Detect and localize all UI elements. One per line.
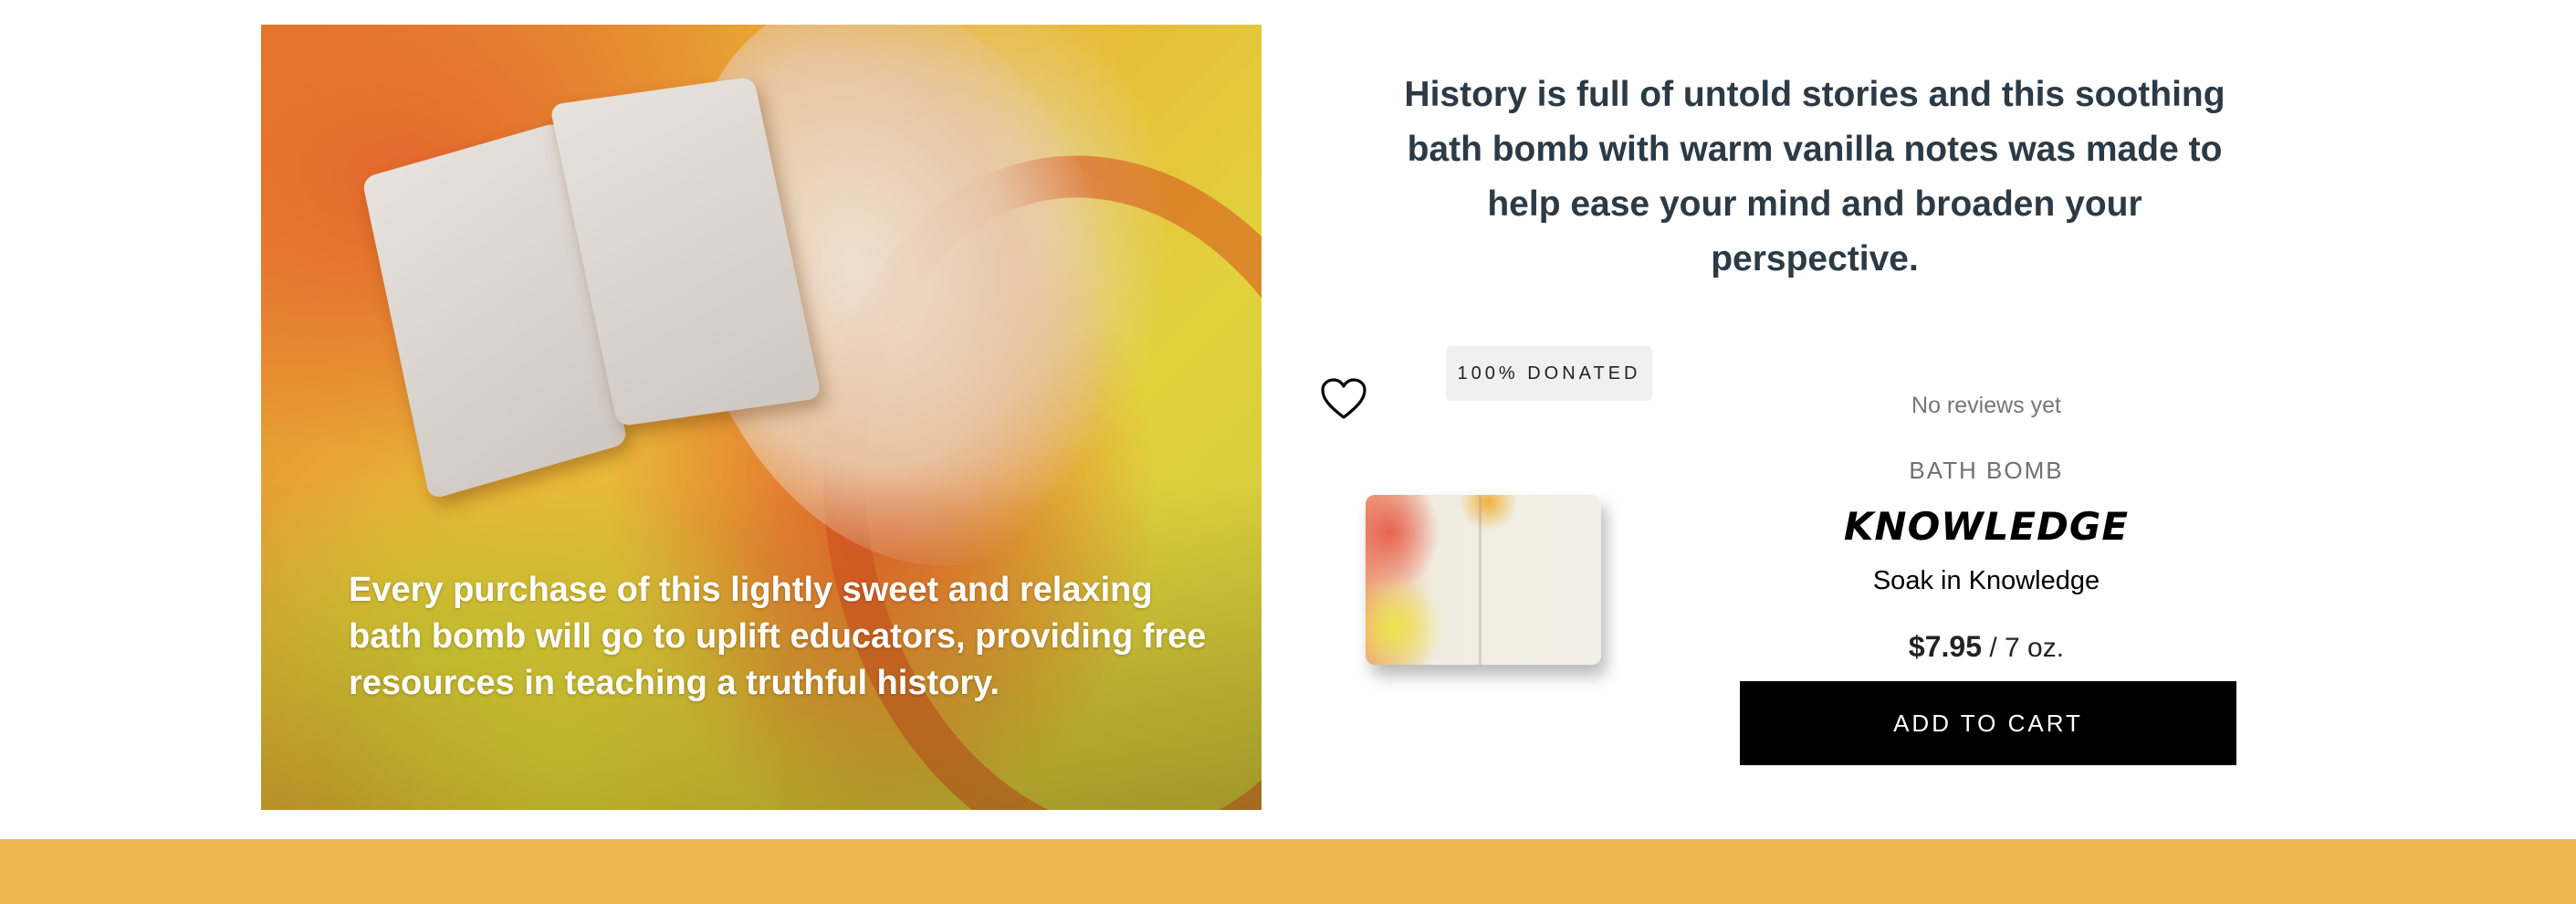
add-to-cart-button[interactable]: ADD TO CART [1740,681,2236,765]
bath-bomb-image [1366,495,1601,665]
review-status[interactable]: No reviews yet [1740,393,2233,419]
price-amount: $7.95 [1908,630,1982,663]
product-thumbnail[interactable] [1362,491,1608,674]
bath-bomb-spine [1479,495,1482,665]
product-price: $7.95 / 7 oz. [1740,630,2233,664]
heart-icon[interactable] [1321,378,1367,420]
product-name[interactable]: KNOWLEDGE [1740,504,2233,549]
donation-badge: 100% DONATED [1446,346,1652,401]
price-size: / 7 oz. [1989,633,2065,663]
product-tagline: Soak in Knowledge [1872,566,2100,595]
hero-image: Every purchase of this lightly sweet and… [261,25,1262,810]
footer-band [0,839,2576,904]
hero-caption: Every purchase of this lightly sweet and… [349,571,1207,702]
product-description: History is full of untold stories and th… [1404,75,2225,279]
product-category: BATH BOMB [1909,457,2064,484]
